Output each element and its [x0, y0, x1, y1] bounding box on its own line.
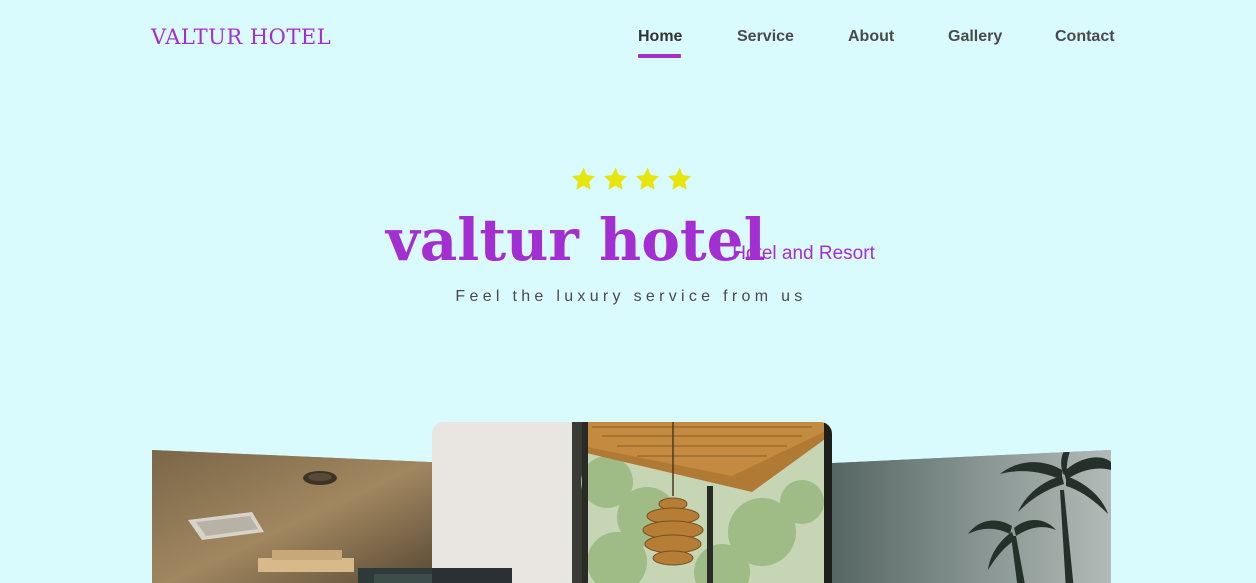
- main-nav: Home Service About Gallery Contact: [0, 28, 1256, 60]
- gallery-image-lobby: [152, 450, 452, 583]
- star-icon: [603, 167, 627, 190]
- gallery-image-featured: [432, 422, 832, 583]
- nav-gallery[interactable]: Gallery: [948, 28, 1002, 58]
- star-icon: [635, 167, 659, 190]
- hero-subtitle: .Hotel and Resort: [727, 243, 875, 264]
- palm-trees-illustration: [812, 450, 1111, 583]
- gallery-image-palms: [812, 450, 1111, 583]
- nav-contact[interactable]: Contact: [1055, 28, 1115, 58]
- lobby-ceiling-illustration: [152, 450, 452, 583]
- star-rating: [568, 166, 694, 196]
- nav-about[interactable]: About: [848, 28, 894, 58]
- star-icon: [571, 167, 595, 190]
- interior-chandelier-illustration: [432, 422, 832, 583]
- nav-service[interactable]: Service: [737, 28, 794, 58]
- hero-title: valtur hotel: [386, 206, 766, 274]
- hero-tagline: Feel the luxury service from us: [455, 288, 807, 305]
- nav-home[interactable]: Home: [638, 28, 682, 58]
- page: VALTUR HOTEL Home Service About Gallery …: [0, 0, 1256, 583]
- star-icon: [667, 167, 691, 190]
